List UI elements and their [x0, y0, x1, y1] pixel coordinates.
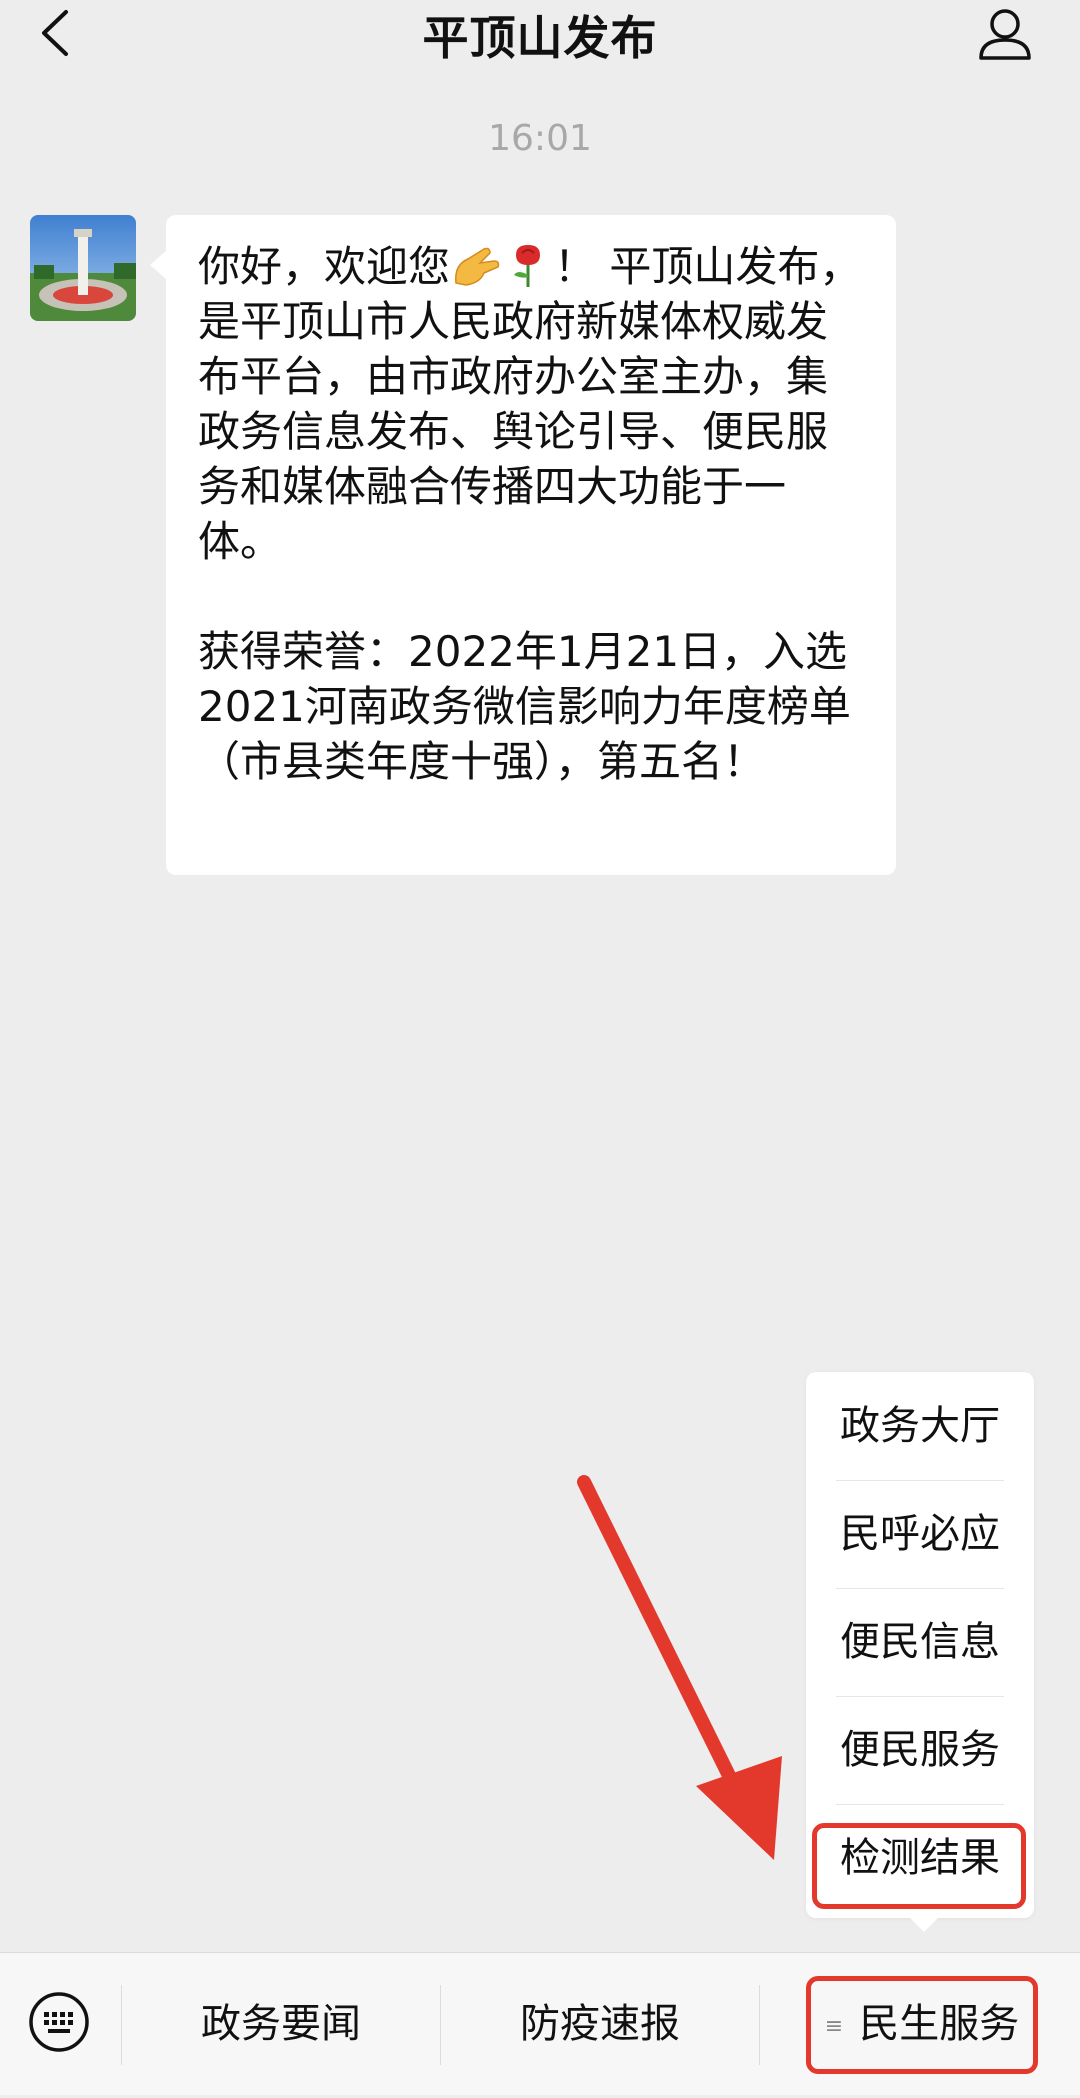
tab-epidemic-report[interactable]: 防疫速报: [441, 1953, 759, 2095]
avatar-image: [30, 215, 136, 321]
avatar[interactable]: [30, 215, 136, 321]
message-text: 你好，欢迎您: [198, 242, 451, 291]
profile-icon[interactable]: [976, 4, 1034, 62]
submenu-item-convenience-service[interactable]: 便民服务: [836, 1696, 1004, 1805]
ok-hand-icon: [455, 247, 500, 286]
message-paragraph: 获得荣誉：2022年1月21日，入选2021河南政务微信影响力年度榜单（市县类年…: [198, 627, 851, 786]
submenu-item-government-hall[interactable]: 政务大厅: [836, 1372, 1004, 1481]
divider: [759, 1985, 760, 2065]
submenu-item-convenience-info[interactable]: 便民信息: [836, 1588, 1004, 1697]
highlight-box-test-results: [812, 1823, 1026, 1909]
message-timestamp: 16:01: [488, 118, 592, 159]
submenu-item-citizen-response[interactable]: 民呼必应: [836, 1480, 1004, 1589]
tab-government-news[interactable]: 政务要闻: [122, 1953, 440, 2095]
page-title: 平顶山发布: [422, 11, 658, 65]
red-arrow-annotation: [577, 1475, 782, 1860]
keyboard-icon[interactable]: [28, 1991, 90, 2053]
rose-icon: [514, 245, 541, 287]
navigation-bar: 平顶山发布: [0, 0, 1080, 66]
highlight-box-livelihood-tab: [806, 1976, 1038, 2074]
message-bubble: 你好，欢迎您！ 平顶山发布，是平顶山市人民政府新媒体权威发布平台，由市政府办公室…: [150, 215, 896, 875]
message-paragraph: 你好，欢迎您！ 平顶山发布，是平顶山市人民政府新媒体权威发布平台，由市政府办公室…: [198, 239, 868, 569]
